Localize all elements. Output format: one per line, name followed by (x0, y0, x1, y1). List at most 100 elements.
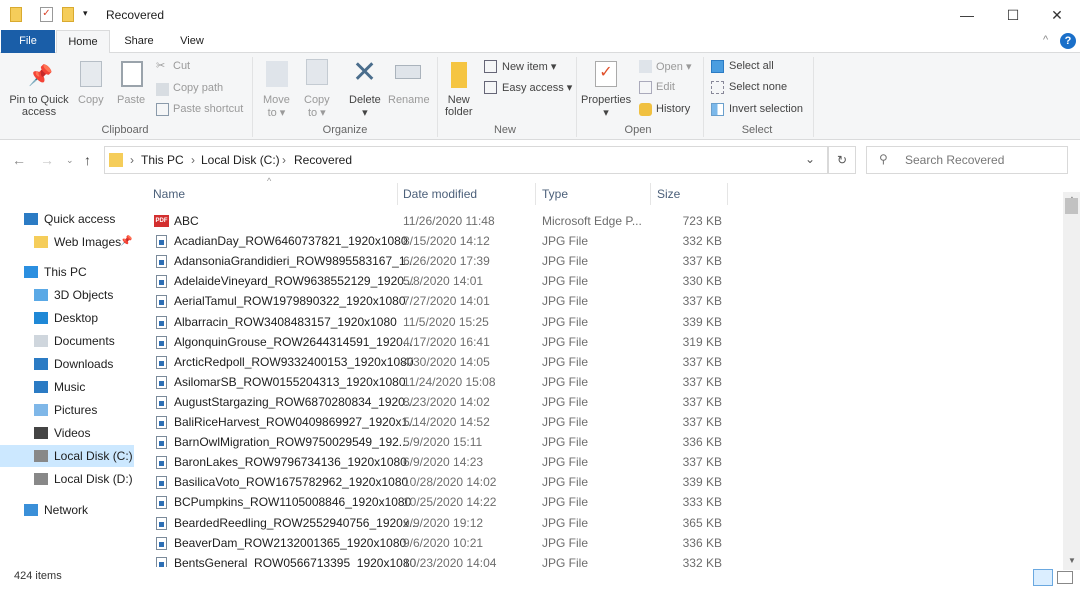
sidebar-item-desktop[interactable]: Desktop (0, 307, 134, 329)
tab-file[interactable]: File (1, 30, 55, 53)
file-row[interactable]: PDF ABC 11/26/2020 11:48 Microsoft Edge P..… (150, 211, 730, 231)
tab-view[interactable]: View (165, 30, 219, 53)
divider[interactable] (650, 183, 651, 205)
file-row[interactable]: AdansoniaGrandidieri_ROW9895583167_1... 6… (150, 251, 730, 271)
file-name: ArcticRedpoll_ROW9332400153_1920x1080 (174, 354, 414, 369)
vertical-scrollbar[interactable]: ▲ ▼ (1063, 192, 1080, 570)
refresh-button[interactable]: ↻ (828, 146, 856, 174)
jpg-file-icon (156, 375, 167, 389)
address-dropdown-icon[interactable]: ⌄ (805, 152, 815, 166)
cube-icon (34, 289, 48, 301)
tab-share[interactable]: Share (112, 30, 166, 53)
address-bar[interactable]: › This PC › Local Disk (C:) › Recovered … (104, 146, 828, 174)
minimize-button[interactable]: — (944, 0, 990, 30)
breadcrumb-this-pc[interactable]: This PC (141, 153, 184, 167)
column-header-type[interactable]: Type (542, 187, 568, 209)
back-button[interactable]: ← (12, 152, 26, 168)
rename-button[interactable]: Rename (388, 94, 430, 106)
up-button[interactable]: ↑ (84, 152, 91, 168)
forward-button[interactable]: → (40, 152, 54, 168)
properties-button[interactable]: Properties ▾ (581, 94, 631, 119)
new-folder-quick-icon[interactable] (62, 7, 74, 22)
customize-quick-access-icon[interactable]: ▾ (83, 8, 88, 19)
window-title: Recovered (106, 8, 165, 22)
details-view-button[interactable] (1033, 569, 1053, 586)
new-folder-button[interactable]: New folder (445, 94, 473, 118)
new-item-button[interactable]: New item ▾ (502, 60, 556, 73)
file-name: BaronLakes_ROW9796734136_1920x1080 (174, 455, 407, 470)
properties-quick-icon[interactable]: ✓ (40, 7, 53, 22)
sidebar-item-local-disk-c[interactable]: Local Disk (C:) (0, 445, 134, 467)
select-all-button[interactable]: Select all (729, 60, 774, 72)
file-size: 339 KB (682, 475, 722, 490)
file-row[interactable]: BaliRiceHarvest_ROW0409869927_1920x1... 5… (150, 412, 730, 432)
sidebar-item-this-pc[interactable]: This PC (0, 261, 134, 283)
search-input[interactable]: Search Recovered (905, 153, 1004, 167)
move-label-2: to ▾ (267, 107, 286, 119)
sidebar-item-documents[interactable]: Documents (0, 330, 134, 352)
divider[interactable] (727, 183, 728, 205)
history-button[interactable]: History (656, 103, 690, 115)
paste-shortcut-button[interactable]: Paste shortcut (173, 103, 243, 115)
collapse-ribbon-icon[interactable]: ^ (1043, 34, 1048, 46)
cut-button[interactable]: Cut (173, 60, 190, 72)
file-row[interactable]: BarnOwlMigration_ROW9750029549_192... 5/9… (150, 432, 730, 452)
file-row[interactable]: ArcticRedpoll_ROW9332400153_1920x1080 4/3… (150, 352, 730, 372)
copy-path-button[interactable]: Copy path (173, 82, 223, 94)
delete-button[interactable]: Delete ▾ (349, 94, 381, 119)
file-row[interactable]: AsilomarSB_ROW0155204313_1920x1080 11/24/… (150, 372, 730, 392)
copy-to-button[interactable]: Copy to ▾ (304, 94, 330, 119)
file-row[interactable]: AugustStargazing_ROW6870280834_1920... 8/… (150, 392, 730, 412)
file-row[interactable]: BasilicaVoto_ROW1675782962_1920x1080 10/2… (150, 472, 730, 492)
file-size: 339 KB (682, 314, 722, 329)
file-row[interactable]: BaronLakes_ROW9796734136_1920x1080 6/9/20… (150, 452, 730, 472)
sidebar-item-3d-objects[interactable]: 3D Objects (0, 284, 134, 306)
column-header-size[interactable]: Size (657, 187, 680, 209)
invert-selection-button[interactable]: Invert selection (729, 103, 803, 115)
column-header-date[interactable]: Date modified (403, 187, 477, 209)
sidebar-item-pictures[interactable]: Pictures (0, 399, 134, 421)
easy-access-button[interactable]: Easy access ▾ (502, 81, 572, 94)
recent-locations-button[interactable]: ⌄ (66, 155, 74, 166)
divider (576, 57, 577, 137)
close-button[interactable]: ✕ (1034, 0, 1080, 30)
divider[interactable] (535, 183, 536, 205)
move-to-button[interactable]: Move to ▾ (263, 94, 290, 119)
search-box[interactable]: ⚲ Search Recovered (866, 146, 1068, 174)
file-row[interactable]: AlgonquinGrouse_ROW2644314591_1920... 4/1… (150, 332, 730, 352)
file-row[interactable]: BeardedReedling_ROW2552940756_1920x... 9/… (150, 513, 730, 533)
tab-home[interactable]: Home (56, 30, 110, 54)
file-row[interactable]: AdelaideVineyard_ROW9638552129_1920... 5/… (150, 271, 730, 291)
file-row[interactable]: BeaverDam_ROW2132001365_1920x1080 9/6/202… (150, 533, 730, 553)
file-row[interactable]: AerialTamul_ROW1979890322_1920x1080 7/27/… (150, 291, 730, 311)
maximize-button[interactable]: ☐ (990, 0, 1036, 30)
file-row[interactable]: Albarracin_ROW3408483157_1920x1080 11/5/2… (150, 312, 730, 332)
scrollbar-thumb[interactable] (1065, 198, 1078, 214)
sidebar-item-downloads[interactable]: Downloads (0, 353, 134, 375)
open-button[interactable]: Open ▾ (656, 60, 692, 73)
sidebar-item-network[interactable]: Network (0, 499, 134, 521)
edit-button[interactable]: Edit (656, 81, 675, 93)
sidebar-item-music[interactable]: Music (0, 376, 134, 398)
copy-button[interactable]: Copy (78, 94, 104, 106)
file-date: 5/8/2020 14:01 (403, 274, 484, 289)
file-row[interactable]: BCPumpkins_ROW1105008846_1920x1080 10/25/… (150, 492, 730, 512)
help-icon[interactable]: ? (1060, 33, 1076, 49)
sidebar-item-quick-access[interactable]: Quick access (0, 208, 134, 230)
pin-to-quick-access-button[interactable]: Pin to Quick access (8, 94, 70, 118)
file-row[interactable]: AcadianDay_ROW6460737821_1920x1080 8/15/2… (150, 231, 730, 251)
scroll-down-arrow[interactable]: ▼ (1068, 556, 1076, 565)
sidebar-item-label: Pictures (54, 403, 98, 417)
sidebar-item-web-images[interactable]: Web Images 📌 (0, 231, 134, 253)
paste-button[interactable]: Paste (117, 94, 145, 106)
divider[interactable] (397, 183, 398, 205)
select-none-button[interactable]: Select none (729, 81, 787, 93)
breadcrumb-local-disk[interactable]: Local Disk (C:) (201, 153, 280, 167)
sidebar-item-videos[interactable]: Videos (0, 422, 134, 444)
file-row[interactable]: BentsGeneral_ROW0566713395_1920x1080 10/2… (150, 553, 730, 568)
column-header-name[interactable]: Name (153, 187, 185, 209)
sidebar-item-local-disk-d[interactable]: Local Disk (D:) (0, 468, 134, 490)
large-icons-view-button[interactable] (1057, 571, 1073, 584)
breadcrumb-recovered[interactable]: Recovered (294, 153, 352, 167)
file-type: JPG File (542, 555, 589, 568)
